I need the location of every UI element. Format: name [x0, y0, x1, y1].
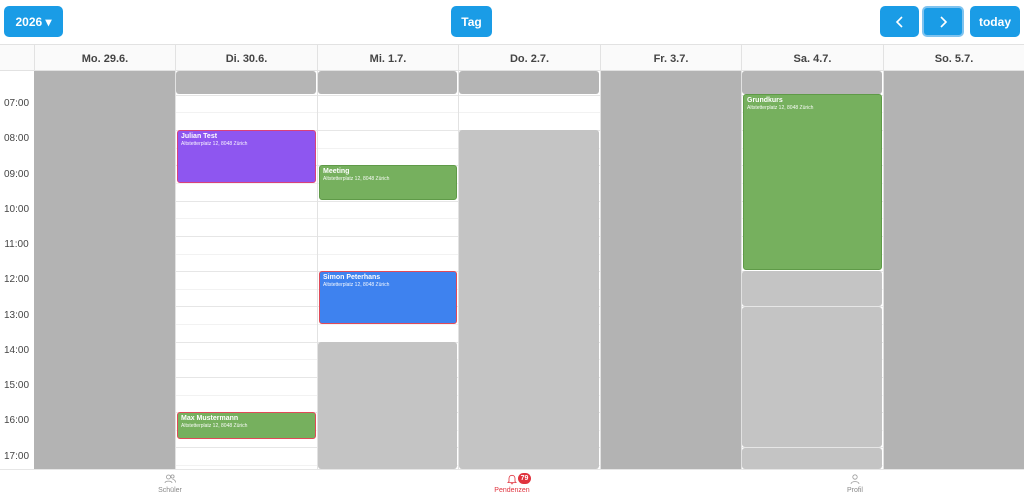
today-button[interactable]: today [970, 6, 1020, 37]
time-axis: 07:00 08:00 09:00 10:00 11:00 12:00 13:0… [0, 71, 34, 469]
event-address: Altstetterplatz 12, 8048 Zürich [323, 282, 390, 288]
day-column-sun[interactable] [883, 71, 884, 469]
day-header-mon[interactable]: Mo. 29.6. [34, 45, 175, 72]
event-julian-test[interactable]: Julian Test Altstetterplatz 12, 8048 Zür… [177, 130, 316, 183]
tab-label: Schüler [158, 487, 182, 494]
event-title: Julian Test [181, 133, 218, 140]
event-address: Altstetterplatz 12, 8048 Zürich [747, 105, 814, 111]
unavailable-block [318, 342, 457, 469]
tab-students[interactable]: Schüler [110, 473, 230, 503]
event-max-mustermann[interactable]: Max Mustermann Altstetterplatz 12, 8048 … [177, 412, 316, 439]
unavailable-block [742, 271, 882, 306]
event-meeting[interactable]: Meeting Altstetterplatz 12, 8048 Zürich [319, 165, 457, 200]
time-label: 10:00 [3, 204, 30, 215]
calendar-toolbar: 2026 ▾ Tag today [0, 0, 1024, 44]
unavailable-block [459, 130, 599, 469]
day-header-fri[interactable]: Fr. 3.7. [600, 45, 741, 72]
time-label: 13:00 [3, 310, 30, 321]
unavailable-block [884, 71, 1024, 469]
tab-tasks[interactable]: 79 Pendenzen [452, 473, 572, 503]
event-grundkurs[interactable]: Grundkurs Altstetterplatz 12, 8048 Züric… [743, 94, 882, 270]
tab-label: Pendenzen [494, 487, 530, 494]
time-label: 11:00 [4, 239, 29, 250]
unavailable-block [601, 71, 741, 469]
event-address: Altstetterplatz 12, 8048 Zürich [323, 176, 390, 182]
tab-label: Profil [847, 487, 863, 494]
time-label: 12:00 [3, 274, 30, 285]
event-title: Max Mustermann [181, 415, 239, 422]
unavailable-block [742, 307, 882, 447]
event-address: Altstetterplatz 12, 8048 Zürich [181, 141, 248, 147]
unavailable-block [742, 71, 882, 94]
prev-button[interactable] [880, 6, 919, 37]
unavailable-block [176, 71, 316, 94]
chevron-left-icon [895, 15, 903, 28]
time-label: 07:00 [3, 98, 30, 109]
day-header-sun[interactable]: So. 5.7. [883, 45, 1024, 72]
year-dropdown-button[interactable]: 2026 ▾ [4, 6, 63, 37]
event-address: Altstetterplatz 12, 8048 Zürich [181, 423, 248, 429]
unavailable-block [34, 71, 175, 469]
time-label: 15:00 [3, 380, 30, 391]
unavailable-block [742, 448, 882, 469]
day-header-row: Mo. 29.6. Di. 30.6. Mi. 1.7. Do. 2.7. Fr… [0, 44, 1024, 72]
person-icon [850, 474, 860, 485]
day-header-tue[interactable]: Di. 30.6. [175, 45, 317, 72]
time-label: 14:00 [3, 345, 30, 356]
bottom-tab-bar: Schüler 79 Pendenzen Profil [0, 469, 1024, 503]
event-title: Meeting [323, 168, 350, 175]
day-header-sat[interactable]: Sa. 4.7. [741, 45, 883, 72]
unavailable-block [318, 71, 457, 94]
bell-icon [507, 474, 517, 485]
tab-profile[interactable]: Profil [795, 473, 915, 503]
event-simon-peterhans[interactable]: Simon Peterhans Altstetterplatz 12, 8048… [319, 271, 457, 324]
next-button[interactable] [922, 6, 964, 37]
chevron-right-icon [940, 15, 948, 28]
time-label: 08:00 [3, 133, 30, 144]
time-label: 16:00 [3, 415, 30, 426]
day-header-wed[interactable]: Mi. 1.7. [317, 45, 458, 72]
event-title: Simon Peterhans [323, 274, 381, 281]
time-label: 17:00 [3, 451, 30, 462]
day-column-fri[interactable] [600, 71, 601, 469]
time-label: 09:00 [3, 169, 30, 180]
event-title: Grundkurs [747, 97, 783, 104]
tasks-badge: 79 [518, 473, 531, 484]
day-column-tue[interactable] [175, 71, 176, 469]
unavailable-block [459, 71, 599, 94]
time-grid[interactable]: 07:00 08:00 09:00 10:00 11:00 12:00 13:0… [0, 71, 1024, 469]
day-header-thu[interactable]: Do. 2.7. [458, 45, 600, 72]
view-mode-button[interactable]: Tag [451, 6, 492, 37]
users-icon [164, 474, 176, 484]
